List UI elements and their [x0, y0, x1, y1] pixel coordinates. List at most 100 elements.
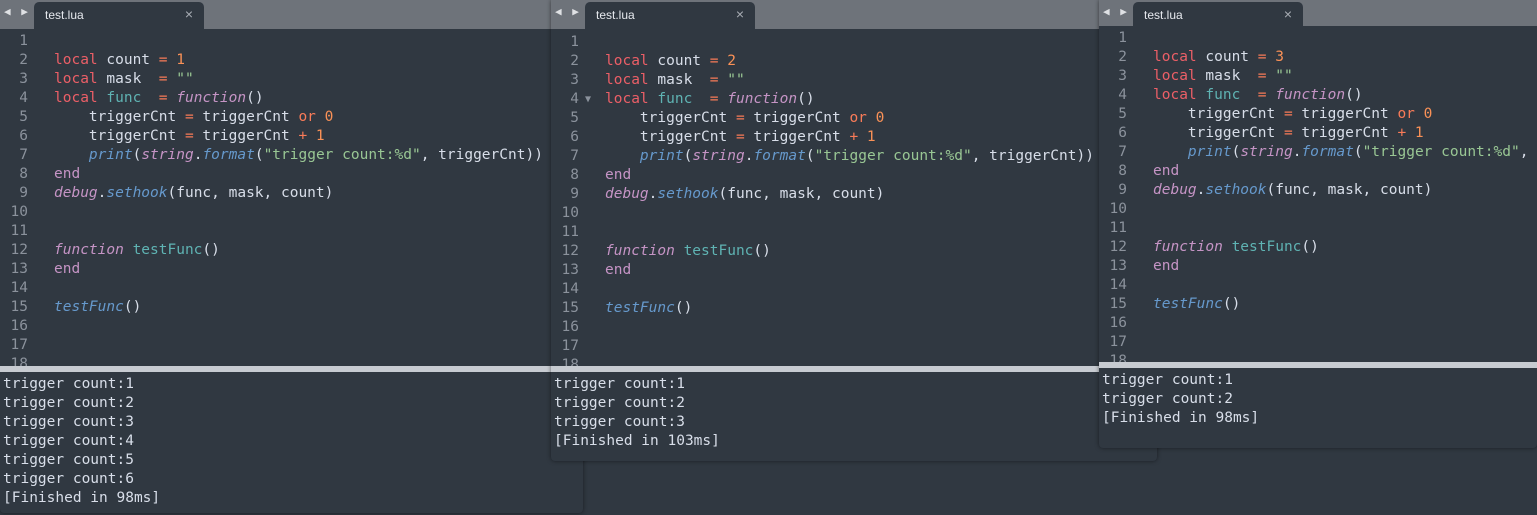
code-token: 3 [1275, 49, 1284, 65]
code-token: debug [54, 185, 98, 201]
code-token: count [97, 52, 159, 68]
code-line: 17 [0, 336, 548, 355]
code-line: 15 testFunc() [0, 298, 548, 317]
code-token: 0 [324, 109, 334, 125]
tab-nav-arrows-icon[interactable]: ◀ ▶ [1103, 5, 1129, 18]
code-token: count [648, 53, 710, 69]
line-number: 16 [10, 318, 28, 334]
code-line: 4 ▼ local func = function() [551, 90, 1101, 109]
code-token: local [605, 53, 649, 69]
code-token: print [639, 148, 684, 164]
code-token: () [1345, 87, 1363, 103]
code-line: 6 triggerCnt = triggerCnt + 1 [0, 127, 548, 146]
line-number: 13 [1109, 258, 1127, 274]
code-token: "" [727, 72, 745, 88]
code-token: ( [1353, 144, 1363, 160]
line-number: 10 [10, 204, 28, 220]
code-token: mask [1196, 68, 1258, 84]
code-token: sethook [1205, 182, 1267, 198]
code-token: string [692, 148, 745, 164]
code-line: 18 [551, 356, 1101, 366]
close-tab-icon[interactable]: × [1284, 6, 1292, 22]
code-token: () [202, 242, 220, 258]
code-token: () [797, 91, 815, 107]
code-line: 16 [0, 317, 548, 336]
code-token: local [1153, 87, 1197, 103]
line-number: 6 [1118, 125, 1127, 141]
code-token: function [727, 91, 798, 107]
code-token: local [54, 71, 98, 87]
code-line: 10 [1099, 200, 1537, 219]
line-number: 15 [1109, 296, 1127, 312]
code-token: = [1257, 68, 1267, 84]
code-line: 5 triggerCnt = triggerCnt or 0 [551, 109, 1101, 128]
build-output-panel: trigger count:1 trigger count:2 [Finished … [1099, 371, 1537, 448]
output-line: trigger count:4 [3, 433, 134, 449]
editor-window-3: ◀ ▶ test.lua × 1 2 local count = 3 3 local m… [1099, 0, 1537, 448]
output-panel-divider[interactable] [0, 366, 583, 372]
line-number: 11 [561, 224, 579, 240]
output-line: trigger count:1 [3, 376, 134, 392]
tab-nav-arrows-icon[interactable]: ◀ ▶ [555, 5, 581, 18]
output-line: trigger count:6 [3, 471, 134, 487]
line-number: 15 [10, 299, 28, 315]
code-token: local [1153, 49, 1197, 65]
code-token: (func, mask, count) [167, 185, 334, 201]
tab-nav-arrows-icon[interactable]: ◀ ▶ [4, 5, 30, 18]
output-panel-divider[interactable] [551, 366, 1157, 372]
tab-test-lua[interactable]: test.lua × [1133, 2, 1303, 26]
line-number: 2 [1118, 49, 1127, 65]
tab-label: test.lua [45, 8, 84, 22]
tab-bar: ◀ ▶ test.lua × [0, 0, 583, 29]
code-token: testFunc [1153, 296, 1223, 312]
code-line: 6 triggerCnt = triggerCnt + 1 [551, 128, 1101, 147]
code-line: 13 end [551, 261, 1101, 280]
line-number: 12 [10, 242, 28, 258]
close-tab-icon[interactable]: × [736, 6, 744, 22]
code-token: mask [648, 72, 710, 88]
output-line: trigger count:5 [3, 452, 134, 468]
code-editor[interactable]: 1 2 local count = 3 3 local mask = "" 4 local … [1099, 26, 1537, 362]
fold-arrow-icon[interactable]: ▼ [585, 90, 591, 109]
code-line: 1 [1099, 29, 1537, 48]
line-number: 10 [1109, 201, 1127, 217]
code-token: + [298, 128, 308, 144]
line-number: 2 [570, 53, 579, 69]
code-line: 13 end [0, 260, 548, 279]
line-number: 12 [561, 243, 579, 259]
code-line: 2 local count = 1 [0, 51, 548, 70]
line-number: 16 [1109, 315, 1127, 331]
code-editor[interactable]: 1 2 local count = 1 3 local mask = "" 4 local … [0, 29, 548, 366]
tab-label: test.lua [596, 8, 635, 22]
close-tab-icon[interactable]: × [185, 6, 193, 22]
code-token: string [141, 147, 194, 163]
code-token: end [1153, 258, 1180, 274]
line-number: 15 [561, 300, 579, 316]
line-number: 1 [1118, 30, 1127, 46]
code-editor[interactable]: 1 2 local count = 2 3 local mask = "" 4 ▼ local… [551, 29, 1101, 366]
code-line: 11 [1099, 219, 1537, 238]
code-token: , triggerCnt)) [971, 148, 1094, 164]
code-token: () [123, 299, 142, 315]
code-line: 17 [551, 337, 1101, 356]
code-token: or [1397, 106, 1415, 122]
output-panel-divider[interactable] [1099, 362, 1537, 368]
code-token: local [1153, 68, 1197, 84]
code-line: 7 print(string.format("trigger count:%d"… [1099, 143, 1537, 162]
tab-test-lua[interactable]: test.lua × [585, 2, 755, 29]
code-token: triggerCnt [744, 110, 850, 126]
output-line: trigger count:3 [554, 414, 685, 430]
code-token: local [54, 52, 98, 68]
code-line: 17 [1099, 333, 1537, 352]
tab-test-lua[interactable]: test.lua × [34, 2, 204, 29]
output-line: trigger count:3 [3, 414, 134, 430]
